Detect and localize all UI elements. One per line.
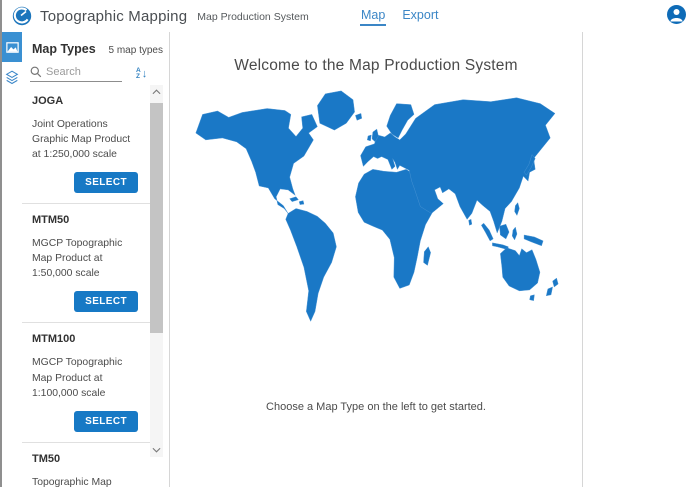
select-button[interactable]: SELECT (74, 291, 138, 312)
map-type-description: Topographic Map Product at 1:50,000 scal… (32, 475, 146, 487)
app-body: Map Types 5 map types A Z ↓ (2, 32, 699, 487)
map-type-item: MTM50 MGCP Topographic Map Product at 1:… (22, 203, 150, 322)
tab-export[interactable]: Export (401, 2, 439, 30)
sort-letter-z: Z (136, 74, 141, 80)
main-tabs: Map Export (360, 0, 439, 32)
map-type-description: MGCP Topographic Map Product at 1:100,00… (32, 355, 146, 400)
app-title: Topographic Mapping (40, 8, 187, 25)
map-type-item: MTM100 MGCP Topographic Map Product at 1… (22, 322, 150, 441)
app-header: Topographic Mapping Map Production Syste… (2, 0, 699, 32)
sort-az-icon[interactable]: A Z ↓ (136, 68, 147, 80)
select-button[interactable]: SELECT (74, 172, 138, 193)
map-type-button-row: SELECT (32, 281, 146, 322)
map-type-name: MTM50 (32, 212, 146, 236)
tab-map[interactable]: Map (360, 2, 386, 30)
map-type-name: MTM100 (32, 331, 146, 355)
map-type-item: TM50 Topographic Map Product at 1:50,000… (22, 442, 150, 487)
scroll-up-icon[interactable] (150, 85, 163, 99)
app-subtitle: Map Production System (197, 11, 308, 23)
getting-started-hint: Choose a Map Type on the left to get sta… (266, 401, 486, 413)
layers-icon[interactable] (2, 62, 22, 92)
map-type-count: 5 map types (109, 45, 163, 56)
welcome-heading: Welcome to the Map Production System (234, 57, 517, 75)
globe-icon (12, 6, 32, 26)
map-type-button-row: SELECT (32, 401, 146, 442)
left-icon-strip (2, 32, 22, 487)
map-types-sidebar: Map Types 5 map types A Z ↓ (22, 32, 170, 487)
app-window: Topographic Mapping Map Production Syste… (0, 0, 699, 487)
sidebar-title: Map Types (32, 42, 96, 56)
search-input[interactable] (46, 66, 120, 78)
sidebar-header: Map Types 5 map types (22, 32, 169, 58)
search-row: A Z ↓ (22, 58, 169, 84)
map-panel-icon[interactable] (2, 32, 22, 62)
user-avatar-icon[interactable] (667, 5, 686, 24)
map-type-list: JOGA Joint Operations Graphic Map Produc… (22, 85, 150, 487)
map-type-name: JOGA (32, 93, 146, 117)
world-map-graphic (178, 85, 574, 335)
map-type-description: MGCP Topographic Map Product at 1:50,000… (32, 236, 146, 281)
scrollbar-thumb[interactable] (150, 103, 163, 333)
scroll-down-icon[interactable] (150, 443, 163, 457)
sort-arrow: ↓ (142, 69, 148, 79)
map-type-item: JOGA Joint Operations Graphic Map Produc… (22, 85, 150, 203)
map-type-button-row: SELECT (32, 162, 146, 203)
select-button[interactable]: SELECT (74, 411, 138, 432)
map-type-description: Joint Operations Graphic Map Product at … (32, 117, 146, 162)
sidebar-scrollbar[interactable] (150, 85, 163, 457)
search-field (30, 66, 122, 82)
search-icon (30, 66, 42, 78)
right-empty-area (583, 32, 699, 487)
welcome-panel: Welcome to the Map Production System (170, 32, 583, 487)
map-type-name: TM50 (32, 451, 146, 475)
